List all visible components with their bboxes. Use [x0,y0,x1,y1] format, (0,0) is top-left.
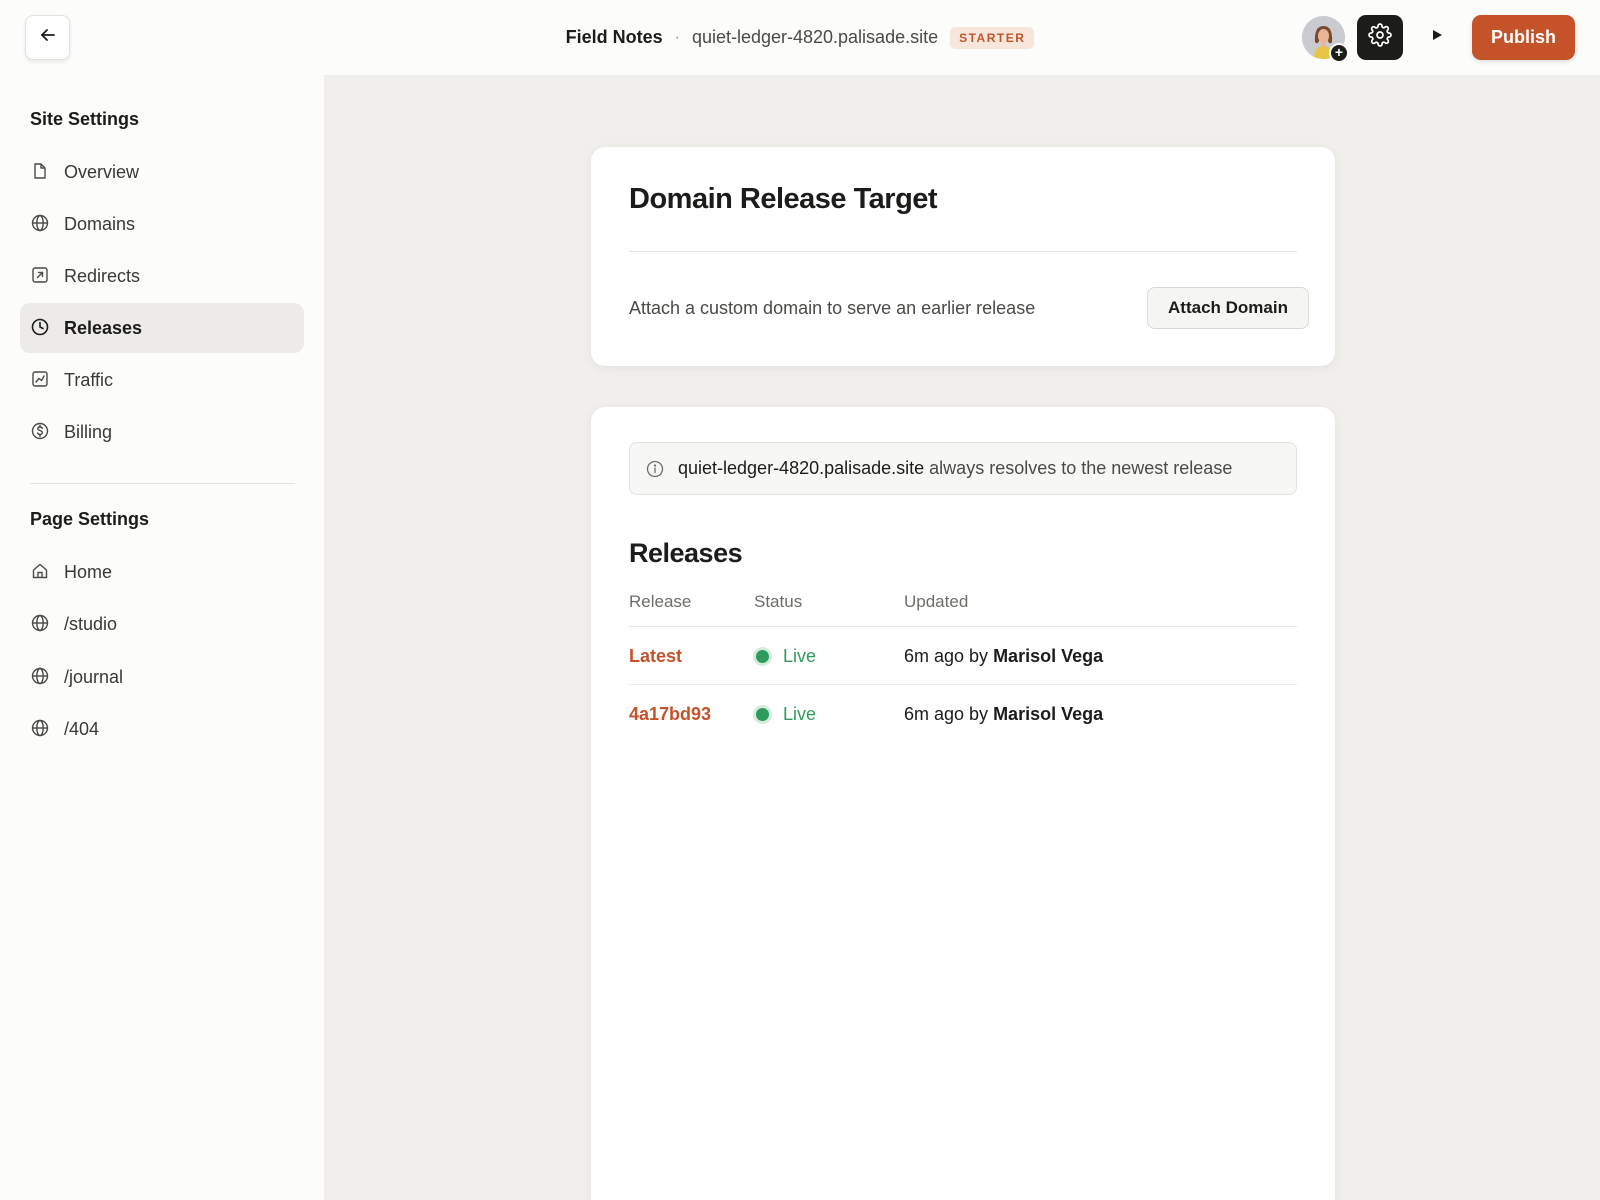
home-icon [31,562,49,580]
sidebar-item-label: Domains [64,213,136,234]
table-row[interactable]: Latest Live 6m ago by Marisol Vega [629,627,1297,685]
back-button[interactable] [25,15,70,60]
sidebar-item-label: Traffic [64,369,114,390]
attach-domain-button[interactable]: Attach Domain [1147,287,1309,329]
info-message: always resolves to the newest release [924,458,1233,478]
status-text: Live [783,646,817,666]
info-banner: quiet-ledger-4820.palisade.site always r… [629,442,1297,495]
site-name: Field Notes [565,27,663,47]
status-cell: Live [754,646,816,667]
sidebar-item-label: /404 [64,718,100,739]
title-separator: · [674,28,680,46]
sidebar-item-redirects[interactable]: Redirects [20,251,304,301]
redirect-icon [31,266,49,284]
updated-time: 6m ago by [904,704,994,724]
updated-cell: 6m ago by Marisol Vega [904,646,1103,667]
sidebar-item-label: Billing [64,421,113,442]
sidebar-item-label: Releases [64,317,143,338]
file-icon [31,162,49,180]
dollar-icon [31,422,49,440]
table-row[interactable]: 4a17bd93 Live 6m ago by Marisol Vega [629,685,1297,743]
gear-icon [1368,23,1392,52]
author-name: Marisol Vega [993,704,1104,724]
sidebar-item-domains[interactable]: Domains [20,199,304,249]
release-link[interactable]: 4a17bd93 [629,704,711,725]
sidebar-item-label: /journal [64,666,124,687]
sidebar-item-releases[interactable]: Releases [20,303,304,353]
globe-icon [31,214,49,232]
sidebar-item-label: Overview [64,161,140,182]
sidebar-item-label: Home [64,561,113,582]
sidebar-item-home[interactable]: Home [20,547,304,597]
info-text: quiet-ledger-4820.palisade.site always r… [678,458,1232,479]
add-collaborator-button[interactable]: + [1329,43,1349,63]
release-link[interactable]: Latest [629,646,682,667]
site-settings-title: Site Settings [30,109,140,129]
main-content: Domain Release Target Attach a custom do… [324,75,1600,1200]
card-description: Attach a custom domain to serve an earli… [629,298,1036,318]
site-domain[interactable]: quiet-ledger-4820.palisade.site [692,27,938,48]
sidebar-item-traffic[interactable]: Traffic [20,355,304,405]
top-bar: Field Notes · quiet-ledger-4820.palisade… [0,0,1600,75]
status-dot-icon [756,708,769,721]
settings-button[interactable] [1357,15,1403,60]
chart-icon [31,370,49,388]
sidebar-divider [30,483,295,484]
play-icon [1431,28,1443,46]
sidebar-item-label: /studio [64,613,118,634]
column-header-updated: Updated [904,592,969,611]
arrow-left-icon [38,25,58,50]
sidebar: Site Settings Overview Domains Redirects… [0,75,324,1200]
sidebar-item-label: Redirects [64,265,141,286]
publish-button[interactable]: Publish [1472,15,1575,60]
clock-icon [31,318,49,336]
releases-title: Releases [629,538,743,568]
globe-icon [31,614,49,632]
page-settings-title: Page Settings [30,509,150,529]
sidebar-item-journal[interactable]: /journal [20,652,304,702]
info-domain: quiet-ledger-4820.palisade.site [678,458,925,478]
column-header-status: Status [754,592,803,611]
status-cell: Live [754,704,816,725]
table-header: Release Status Updated [629,592,1297,627]
column-header-release: Release [629,592,692,611]
globe-icon [31,667,49,685]
author-name: Marisol Vega [993,646,1104,666]
sidebar-item-billing[interactable]: Billing [20,407,304,457]
avatar[interactable]: + [1302,16,1349,63]
card-divider [629,251,1297,252]
card-title: Domain Release Target [629,183,938,215]
preview-button[interactable] [1425,25,1449,49]
status-text: Live [783,704,817,724]
sidebar-item-overview[interactable]: Overview [20,147,304,197]
releases-card: quiet-ledger-4820.palisade.site always r… [591,407,1335,1200]
plan-badge: STARTER [950,26,1035,49]
updated-cell: 6m ago by Marisol Vega [904,704,1103,725]
domain-release-target-card: Domain Release Target Attach a custom do… [591,147,1335,366]
sidebar-item-404[interactable]: /404 [20,704,304,754]
status-dot-icon [756,650,769,663]
sidebar-item-studio[interactable]: /studio [20,599,304,649]
globe-icon [31,719,49,737]
info-icon [646,460,664,478]
updated-time: 6m ago by [904,646,994,666]
